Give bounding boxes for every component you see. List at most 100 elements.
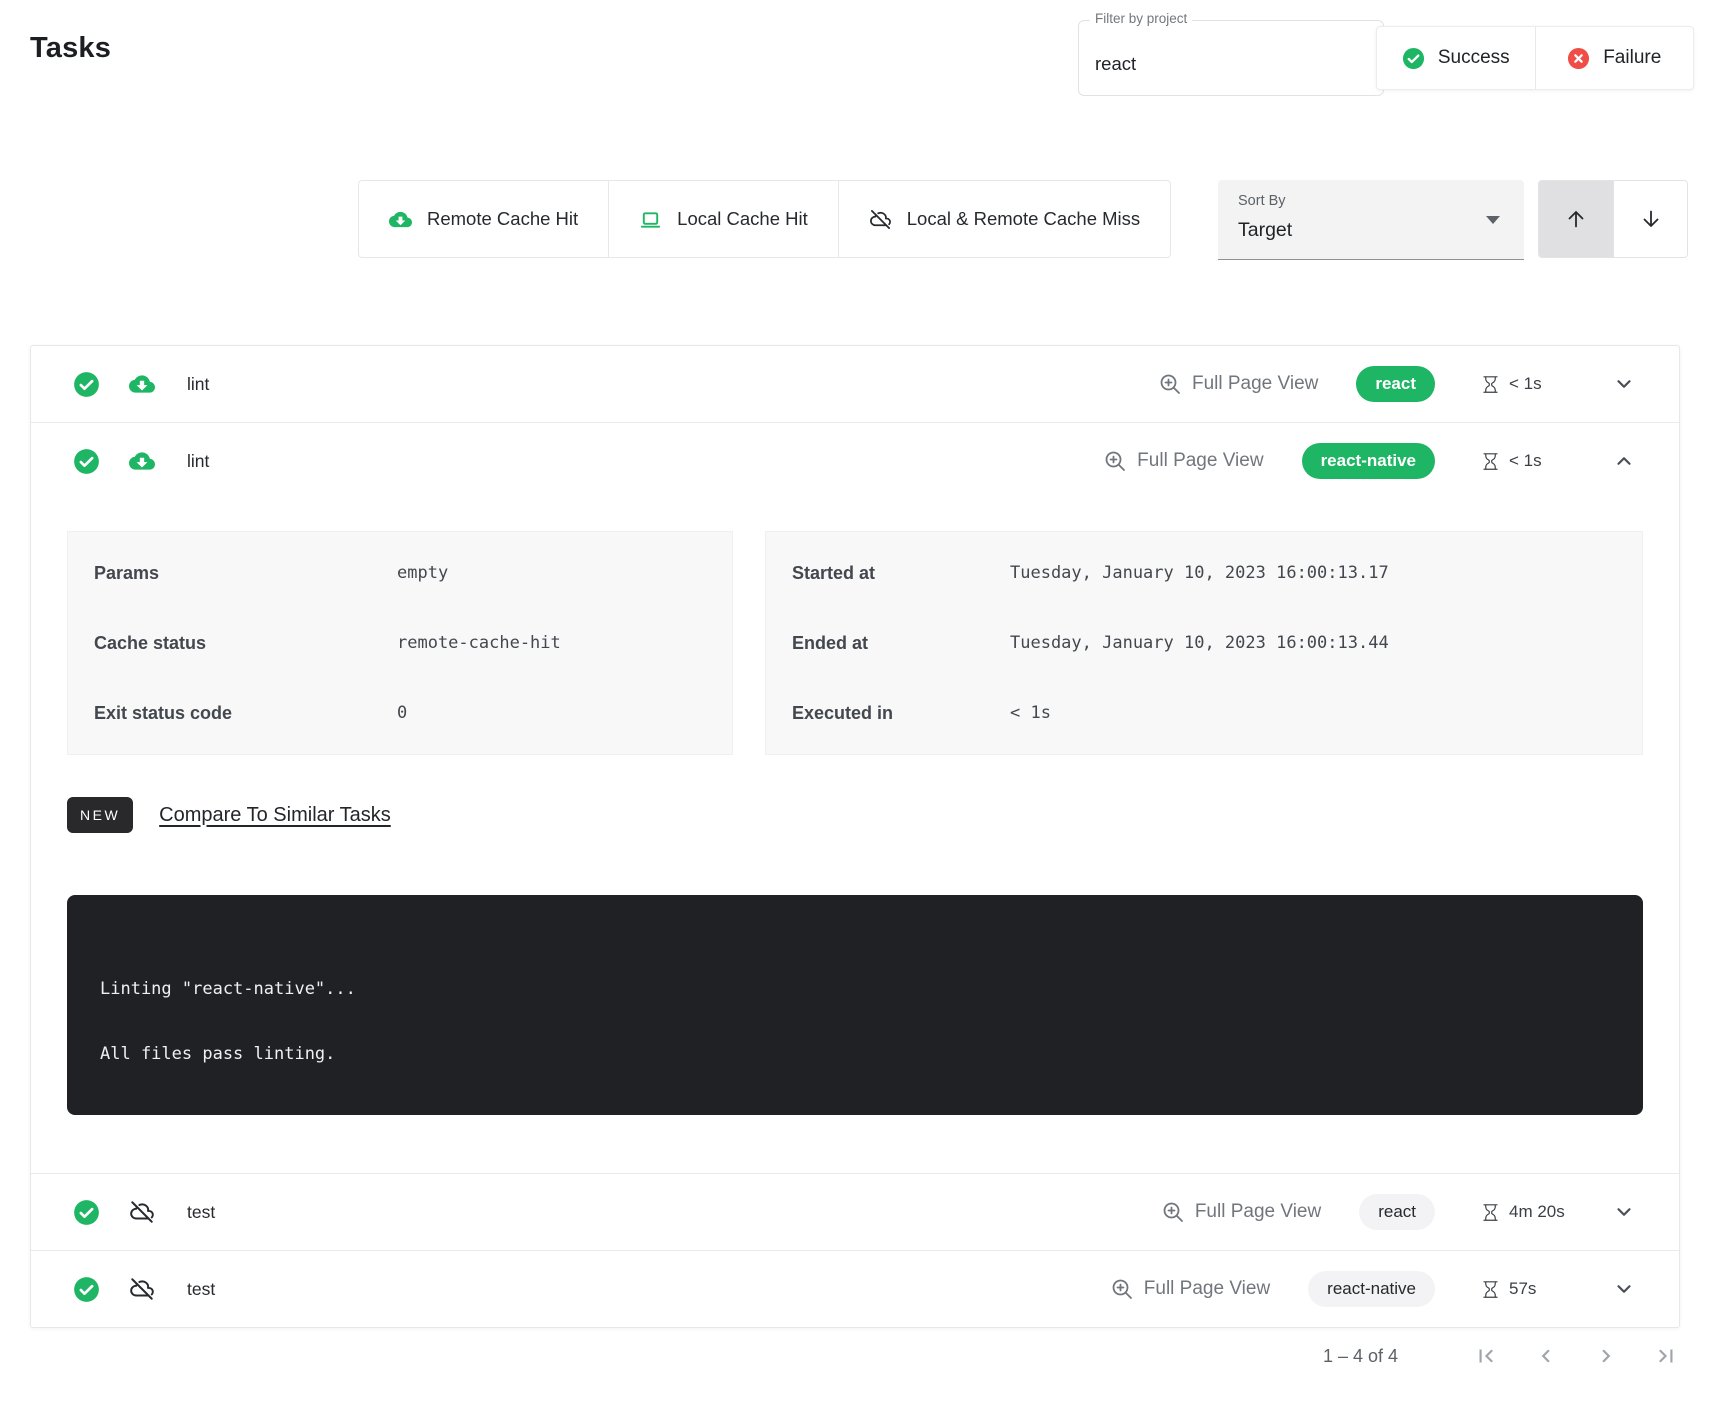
remote-cache-hit-filter-button[interactable]: Remote Cache Hit — [359, 181, 608, 257]
task-duration: 57s — [1481, 1279, 1591, 1299]
zoom-in-icon — [1103, 449, 1127, 473]
cache-status-label: Cache status — [94, 633, 397, 654]
terminal-line: Linting "react-native"... — [100, 979, 1623, 999]
exit-status-code-label: Exit status code — [94, 703, 397, 724]
project-badge: react — [1359, 1194, 1435, 1230]
last-page-icon[interactable] — [1652, 1342, 1680, 1370]
task-row: test Full Page View react-native 57s — [31, 1250, 1679, 1327]
failure-x-icon — [1567, 47, 1590, 70]
cache-miss-label: Local & Remote Cache Miss — [907, 208, 1140, 230]
full-page-view-label: Full Page View — [1144, 1278, 1270, 1300]
full-page-view-button[interactable]: Full Page View — [1103, 449, 1263, 473]
cache-miss-filter-button[interactable]: Local & Remote Cache Miss — [838, 181, 1170, 257]
cache-filter-group: Remote Cache Hit Local Cache Hit Local &… — [358, 180, 1171, 258]
started-at-label: Started at — [792, 563, 1010, 584]
compare-to-similar-tasks-link[interactable]: Compare To Similar Tasks — [159, 804, 391, 827]
full-page-view-label: Full Page View — [1192, 373, 1318, 395]
failure-filter-button[interactable]: Failure — [1535, 27, 1694, 89]
task-list: lint Full Page View react < 1s — [30, 345, 1680, 1328]
task-row-header[interactable]: test Full Page View react-native 57s — [31, 1251, 1679, 1327]
sort-by-value: Target — [1238, 219, 1292, 242]
ended-at-value: Tuesday, January 10, 2023 16:00:13.44 — [1010, 633, 1389, 653]
task-target: lint — [187, 451, 209, 472]
project-filter-field[interactable]: Filter by project — [1078, 20, 1384, 96]
cache-miss-cloud-off-icon — [129, 1276, 155, 1302]
sort-by-select[interactable]: Sort By Target — [1218, 180, 1524, 260]
next-page-icon[interactable] — [1592, 1342, 1620, 1370]
task-row-header[interactable]: lint Full Page View react < 1s — [31, 346, 1679, 422]
task-target: test — [187, 1202, 215, 1223]
task-row-header[interactable]: lint Full Page View react-native < 1s — [31, 423, 1679, 499]
status-success-icon — [73, 448, 100, 475]
cache-miss-cloud-off-icon — [129, 1199, 155, 1225]
local-cache-hit-filter-button[interactable]: Local Cache Hit — [608, 181, 838, 257]
caret-down-icon — [1486, 216, 1500, 224]
zoom-in-icon — [1158, 372, 1182, 396]
terminal-line: All files pass linting. — [100, 1044, 1623, 1064]
local-cache-hit-label: Local Cache Hit — [677, 208, 808, 230]
expand-chevron-down-icon[interactable] — [1613, 373, 1635, 395]
laptop-icon — [639, 208, 662, 231]
hourglass-icon — [1481, 375, 1500, 394]
sort-ascending-button[interactable] — [1539, 181, 1613, 257]
project-filter-input[interactable] — [1095, 53, 1367, 75]
status-success-icon — [73, 1276, 100, 1303]
pagination-range: 1 – 4 of 4 — [1323, 1346, 1398, 1367]
new-badge: NEW — [67, 797, 133, 833]
task-details: Params empty Cache status remote-cache-h… — [31, 499, 1679, 1173]
project-badge: react-native — [1302, 443, 1435, 479]
task-target: test — [187, 1279, 215, 1300]
page-title: Tasks — [30, 32, 111, 65]
executed-in-value: < 1s — [1010, 703, 1051, 723]
previous-page-icon[interactable] — [1532, 1342, 1560, 1370]
params-value: empty — [397, 563, 448, 583]
expand-chevron-down-icon[interactable] — [1613, 1201, 1635, 1223]
status-success-icon — [73, 1199, 100, 1226]
sort-direction-group — [1538, 180, 1688, 258]
task-params-panel: Params empty Cache status remote-cache-h… — [67, 531, 733, 755]
full-page-view-button[interactable]: Full Page View — [1161, 1200, 1321, 1224]
task-row: test Full Page View react 4m 20s — [31, 1173, 1679, 1250]
cloud-off-icon — [869, 208, 892, 231]
project-badge: react — [1356, 366, 1435, 402]
arrow-down-icon — [1639, 207, 1663, 231]
full-page-view-button[interactable]: Full Page View — [1110, 1277, 1270, 1301]
project-filter-label: Filter by project — [1090, 11, 1192, 26]
success-filter-label: Success — [1438, 47, 1510, 69]
sort-by-label: Sort By — [1238, 193, 1286, 209]
remote-cache-hit-icon — [129, 371, 155, 397]
first-page-icon[interactable] — [1472, 1342, 1500, 1370]
cache-status-value: remote-cache-hit — [397, 633, 561, 653]
zoom-in-icon — [1110, 1277, 1134, 1301]
task-row-header[interactable]: test Full Page View react 4m 20s — [31, 1174, 1679, 1250]
zoom-in-icon — [1161, 1200, 1185, 1224]
full-page-view-button[interactable]: Full Page View — [1158, 372, 1318, 396]
sort-descending-button[interactable] — [1613, 181, 1687, 257]
collapse-chevron-up-icon[interactable] — [1613, 450, 1635, 472]
started-at-value: Tuesday, January 10, 2023 16:00:13.17 — [1010, 563, 1389, 583]
task-duration: < 1s — [1481, 451, 1591, 471]
hourglass-icon — [1481, 1280, 1500, 1299]
task-row: lint Full Page View react < 1s — [31, 346, 1679, 422]
full-page-view-label: Full Page View — [1195, 1201, 1321, 1223]
hourglass-icon — [1481, 1203, 1500, 1222]
expand-chevron-down-icon[interactable] — [1613, 1278, 1635, 1300]
exit-status-code-value: 0 — [397, 703, 407, 723]
success-filter-button[interactable]: Success — [1377, 27, 1535, 89]
task-duration-text: < 1s — [1509, 451, 1542, 471]
task-row: lint Full Page View react-native < 1s — [31, 422, 1679, 1173]
project-badge: react-native — [1308, 1271, 1435, 1307]
task-target: lint — [187, 374, 209, 395]
tasks-page: Tasks Filter by project Success Failure … — [0, 0, 1716, 1418]
remote-cache-hit-label: Remote Cache Hit — [427, 208, 578, 230]
task-duration: < 1s — [1481, 374, 1591, 394]
arrow-up-icon — [1564, 207, 1588, 231]
cloud-download-icon — [389, 208, 412, 231]
failure-filter-label: Failure — [1603, 47, 1661, 69]
pagination: 1 – 4 of 4 — [1323, 1342, 1680, 1370]
task-duration-text: 4m 20s — [1509, 1202, 1565, 1222]
task-duration-text: 57s — [1509, 1279, 1536, 1299]
terminal-output: Linting "react-native"... All files pass… — [67, 895, 1643, 1115]
ended-at-label: Ended at — [792, 633, 1010, 654]
task-timing-panel: Started at Tuesday, January 10, 2023 16:… — [765, 531, 1643, 755]
